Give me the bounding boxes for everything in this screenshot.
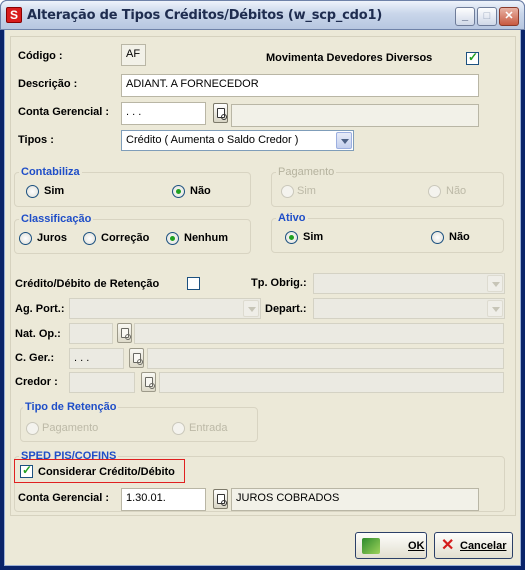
close-button[interactable]: ✕ (499, 7, 519, 26)
credor-field (69, 372, 135, 393)
nat-op-desc (134, 323, 504, 344)
nat-op-lookup-icon (117, 323, 132, 343)
depart-label: Depart.: (265, 303, 307, 315)
chevron-down-icon (243, 300, 259, 317)
considerar-label: Considerar Crédito/Débito (38, 466, 175, 478)
movimenta-label: Movimenta Devedores Diversos (266, 52, 433, 64)
credito-debito-retencao-checkbox[interactable] (187, 277, 200, 290)
descricao-label: Descrição : (18, 78, 78, 90)
ativo-sim-radio[interactable] (285, 231, 298, 244)
classificacao-juros-radio[interactable] (19, 232, 32, 245)
depart-select (313, 298, 505, 319)
ativo-nao-radio[interactable] (431, 231, 444, 244)
classificacao-correcao-radio[interactable] (83, 232, 96, 245)
c-ger-label: C. Ger.: (15, 352, 55, 364)
tipos-value: Crédito ( Aumenta o Saldo Credor ) (126, 134, 299, 146)
sped-conta-lookup-icon[interactable] (213, 489, 228, 509)
tipo-retencao-title: Tipo de Retenção (23, 401, 119, 413)
chevron-down-icon (487, 275, 503, 292)
tipo-retencao-entrada-radio (172, 422, 185, 435)
nat-op-label: Nat. Op.: (15, 328, 61, 340)
pagamento-title: Pagamento (276, 166, 337, 178)
confirm-icon (362, 538, 380, 554)
sped-conta-label: Conta Gerencial : (18, 492, 110, 504)
tipo-retencao-pagamento-label: Pagamento (42, 422, 99, 434)
ag-port-label: Ag. Port.: (15, 303, 65, 315)
ok-button[interactable]: OK (355, 532, 427, 559)
credor-lookup-icon (141, 372, 156, 392)
cancel-x-icon: ✕ (441, 537, 455, 554)
pagamento-nao-label: Não (446, 185, 467, 197)
sped-conta-field[interactable]: 1.30.01. (121, 488, 206, 511)
considerar-checkbox[interactable] (20, 463, 33, 478)
cancel-button-label: Cancelar (460, 540, 507, 552)
credito-debito-retencao-label: Crédito/Débito de Retenção (15, 278, 160, 290)
ativo-nao-label: Não (449, 231, 470, 243)
codigo-label: Código : (18, 50, 63, 62)
tipos-select[interactable]: Crédito ( Aumenta o Saldo Credor ) (121, 130, 354, 151)
tp-obrig-select (313, 273, 505, 294)
title-bar[interactable]: S Alteração de Tipos Créditos/Débitos (w… (0, 0, 525, 30)
movimenta-checkbox[interactable] (466, 50, 479, 65)
maximize-button[interactable]: □ (477, 7, 497, 26)
credor-label: Credor : (15, 376, 58, 388)
app-icon: S (6, 7, 22, 23)
tipo-retencao-pagamento-radio (26, 422, 39, 435)
codigo-field[interactable]: AF (121, 44, 146, 66)
tp-obrig-label: Tp. Obrig.: (251, 277, 307, 289)
contabiliza-sim-radio[interactable] (26, 185, 39, 198)
conta-gerencial-label: Conta Gerencial : (18, 106, 110, 118)
descricao-field[interactable]: ADIANT. A FORNECEDOR (121, 74, 479, 97)
minimize-button[interactable]: _ (455, 7, 475, 26)
classificacao-title: Classificação (19, 213, 94, 225)
c-ger-field: . . . (69, 348, 124, 369)
dialog-body: Código : AF Movimenta Devedores Diversos… (4, 30, 521, 566)
credor-desc (159, 372, 504, 393)
chevron-down-icon (487, 300, 503, 317)
ativo-sim-label: Sim (303, 231, 324, 243)
tipos-label: Tipos : (18, 134, 54, 146)
conta-gerencial-lookup-icon[interactable] (213, 103, 228, 123)
pagamento-sim-label: Sim (297, 185, 316, 197)
tipo-retencao-entrada-label: Entrada (189, 422, 228, 434)
ativo-title: Ativo (276, 212, 308, 224)
ag-port-select (69, 298, 261, 319)
conta-gerencial-desc (231, 104, 479, 127)
classificacao-nenhum-radio[interactable] (166, 232, 179, 245)
pagamento-sim-radio (281, 185, 294, 198)
classificacao-juros-label: Juros (37, 232, 67, 244)
sped-conta-desc: JUROS COBRADOS (231, 488, 479, 511)
contabiliza-sim-label: Sim (44, 185, 65, 197)
c-ger-desc (147, 348, 504, 369)
pagamento-nao-radio (428, 185, 441, 198)
dialog-window: S Alteração de Tipos Créditos/Débitos (w… (0, 0, 525, 570)
cancel-button[interactable]: ✕ Cancelar (434, 532, 513, 559)
contabiliza-nao-label: Não (190, 185, 211, 197)
classificacao-correcao-label: Correção (101, 232, 150, 244)
chevron-down-icon[interactable] (336, 132, 352, 149)
conta-gerencial-field[interactable]: . . . (121, 102, 206, 125)
contabiliza-title: Contabiliza (19, 166, 82, 178)
window-title: Alteração de Tipos Créditos/Débitos (w_s… (27, 8, 383, 23)
contabiliza-nao-radio[interactable] (172, 185, 185, 198)
classificacao-nenhum-label: Nenhum (184, 232, 228, 244)
nat-op-field (69, 323, 113, 344)
c-ger-lookup-icon (129, 348, 144, 368)
ok-button-label: OK (408, 540, 425, 552)
